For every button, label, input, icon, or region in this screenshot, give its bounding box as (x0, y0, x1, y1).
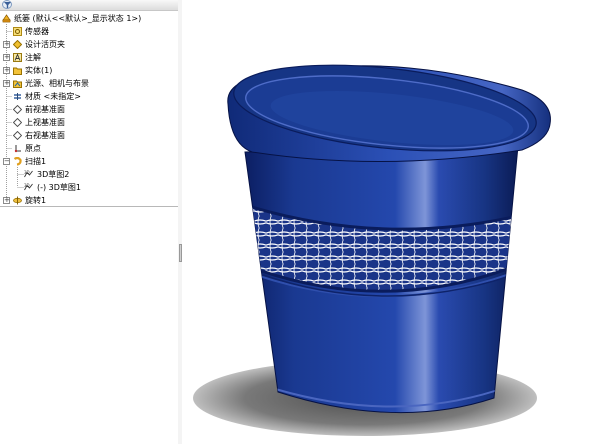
tree-item-sensors-label: 传感器 (25, 27, 49, 36)
tree-root-label: 纸篓 (默认<<默认>_显示状态 1>) (14, 14, 142, 23)
tree-item-sensors[interactable]: 传感器 (0, 25, 178, 38)
annotations-icon (13, 53, 22, 62)
tree-item-right-plane-label: 右视基准面 (25, 131, 65, 140)
tree-item-sweep1[interactable]: − 扫描1 (0, 155, 178, 168)
solid-bodies-icon (13, 67, 22, 75)
tree-item-top-plane[interactable]: 上视基准面 (0, 116, 178, 129)
expand-toggle[interactable]: + (3, 197, 10, 204)
tree-item-lights-cameras-label: 光源、相机与布景 (25, 79, 89, 88)
tree-item-material[interactable]: 材质 <未指定> (0, 90, 178, 103)
part-icon (2, 14, 11, 23)
tree-item-revolve1[interactable]: + 旋转1 (0, 194, 178, 207)
tree-item-origin[interactable]: 原点 (0, 142, 178, 155)
graphics-viewport[interactable] (182, 0, 600, 444)
svg-text:3D: 3D (24, 170, 30, 175)
tree-item-solid-bodies[interactable]: + 实体(1) (0, 64, 178, 77)
sensor-icon (13, 27, 22, 36)
tree-item-revolve1-label: 旋转1 (25, 196, 47, 205)
tree-item-material-label: 材质 <未指定> (25, 92, 81, 101)
plane-icon (13, 131, 22, 140)
tree-item-solid-bodies-label: 实体(1) (25, 66, 53, 75)
expand-toggle[interactable]: + (3, 67, 10, 74)
sweep-feature-icon (13, 157, 22, 166)
expand-toggle[interactable]: + (3, 80, 10, 87)
tree-item-top-plane-label: 上视基准面 (25, 118, 65, 127)
tree-item-annotations-label: 注解 (25, 53, 41, 62)
origin-icon (14, 145, 21, 153)
collapse-toggle[interactable]: − (3, 158, 10, 165)
3d-sketch-icon: 3D (24, 183, 33, 191)
design-binder-icon (13, 40, 22, 49)
tree-item-3dsketch1-label: (-) 3D草图1 (37, 183, 82, 192)
tree-item-3dsketch2[interactable]: 3D 3D草图2 (0, 168, 178, 181)
tree-item-design-binder-label: 设计活页夹 (25, 40, 65, 49)
tree-item-front-plane[interactable]: 前视基准面 (0, 103, 178, 116)
tree-root[interactable]: 纸篓 (默认<<默认>_显示状态 1>) (0, 12, 178, 25)
plane-icon (13, 118, 22, 127)
material-icon (14, 93, 21, 100)
tree-item-3dsketch2-label: 3D草图2 (37, 170, 70, 179)
expand-toggle[interactable]: + (3, 41, 10, 48)
feature-manager-empty-area (0, 207, 179, 444)
tree-item-sweep1-label: 扫描1 (25, 157, 47, 166)
revolve-feature-icon (13, 196, 22, 205)
lights-cameras-scenery-icon (13, 80, 22, 88)
feature-manager-tree: 纸篓 (默认<<默认>_显示状态 1>) 传感器 + 设计活页夹 + 注解 + … (0, 0, 179, 207)
tree-item-right-plane[interactable]: 右视基准面 (0, 129, 178, 142)
3d-sketch-icon: 3D (24, 170, 33, 178)
tree-item-design-binder[interactable]: + 设计活页夹 (0, 38, 178, 51)
tree-item-front-plane-label: 前视基准面 (25, 105, 65, 114)
tree-item-origin-label: 原点 (25, 144, 41, 153)
svg-text:3D: 3D (24, 183, 30, 188)
basket-model (193, 64, 551, 436)
expand-toggle[interactable]: + (3, 54, 10, 61)
tree-item-annotations[interactable]: + 注解 (0, 51, 178, 64)
tree-item-lights-cameras[interactable]: + 光源、相机与布景 (0, 77, 178, 90)
plane-icon (13, 105, 22, 114)
tree-item-3dsketch1[interactable]: 3D (-) 3D草图1 (0, 181, 178, 194)
